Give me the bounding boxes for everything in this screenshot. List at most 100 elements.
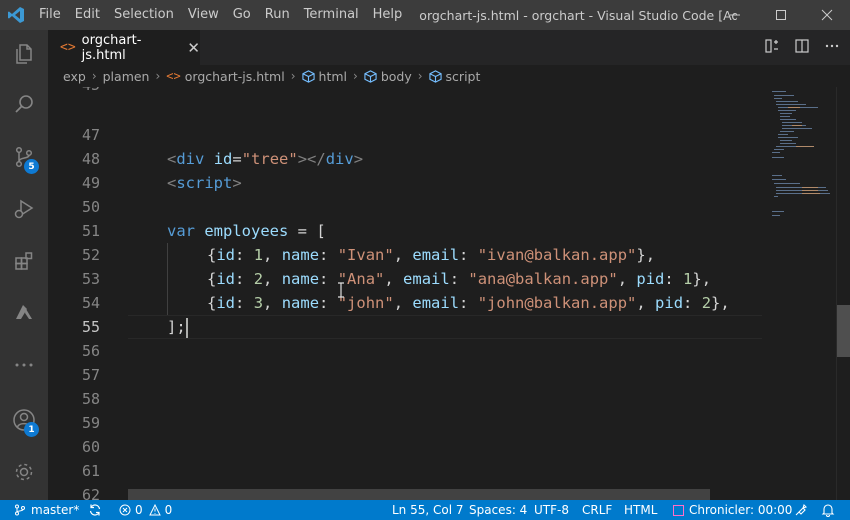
- line-number: 54: [81, 294, 100, 312]
- activity-bar: 5 1: [0, 30, 48, 500]
- chevron-right-icon: ›: [290, 69, 296, 83]
- menu-terminal[interactable]: Terminal: [297, 0, 366, 30]
- breadcrumb-html[interactable]: html: [301, 68, 347, 84]
- git-branch-icon: [15, 504, 25, 516]
- html-file-icon: <>: [166, 69, 181, 83]
- search-icon[interactable]: [0, 80, 48, 128]
- accounts-icon[interactable]: 1: [0, 396, 48, 444]
- minimap[interactable]: [762, 87, 836, 500]
- line-number: 61: [81, 462, 100, 480]
- line-number: 51: [81, 222, 100, 240]
- html-file-icon: <>: [60, 40, 76, 55]
- code-line-51: var employees = [: [167, 222, 326, 240]
- tab-orgchart-js-html[interactable]: <> orgchart-js.html ✕: [48, 30, 200, 65]
- tab-close-icon[interactable]: ✕: [187, 39, 200, 57]
- line-number: 59: [81, 414, 100, 432]
- menu-view[interactable]: View: [181, 0, 226, 30]
- menu-bar: File Edit Selection View Go Run Terminal…: [32, 0, 409, 30]
- vertical-scrollbar[interactable]: [836, 87, 850, 500]
- warning-count: 0: [164, 503, 173, 517]
- menu-edit[interactable]: Edit: [68, 0, 107, 30]
- chevron-right-icon: ›: [353, 69, 358, 83]
- error-icon: [119, 504, 131, 516]
- close-window-icon[interactable]: [804, 0, 850, 30]
- line-number: 58: [81, 390, 100, 408]
- minimize-icon[interactable]: [712, 0, 758, 30]
- explorer-icon[interactable]: [0, 30, 48, 78]
- more-icon[interactable]: [0, 341, 48, 389]
- menu-selection[interactable]: Selection: [107, 0, 181, 30]
- menu-go[interactable]: Go: [226, 0, 258, 30]
- breadcrumb-exp[interactable]: exp: [63, 69, 86, 84]
- code-area[interactable]: <div id="tree"></div> <script> var emplo…: [128, 87, 762, 500]
- indentation-status[interactable]: Spaces: 4: [469, 500, 527, 520]
- code-line-52: {id: 1, name: "Ivan", email: "ivan@balka…: [207, 246, 656, 264]
- indent-guide: [167, 243, 168, 315]
- record-square-icon: [673, 504, 684, 516]
- code-editor[interactable]: 45 47 48 49 50 51 52 53 54 55 56 57 58 5…: [48, 87, 850, 500]
- breadcrumb-file[interactable]: <> orgchart-js.html: [166, 69, 284, 84]
- breadcrumb-script[interactable]: script: [428, 68, 481, 84]
- menu-file[interactable]: File: [32, 0, 68, 30]
- status-bar: master* 0 0 Ln 55, Col 7 Spaces: 4 UTF-8…: [0, 500, 850, 520]
- line-number-gutter: 45 47 48 49 50 51 52 53 54 55 56 57 58 5…: [48, 87, 128, 500]
- tab-bar: <> orgchart-js.html ✕: [48, 30, 850, 65]
- line-number: 60: [81, 438, 100, 456]
- cursor-position[interactable]: Ln 55, Col 7: [392, 500, 464, 520]
- line-number: 53: [81, 270, 100, 288]
- symbol-field-icon: [364, 69, 377, 83]
- line-number: 52: [81, 246, 100, 264]
- vscode-logo-icon: [0, 0, 32, 30]
- chevron-right-icon: ›: [91, 69, 97, 83]
- breadcrumb-plamen[interactable]: plamen: [103, 69, 150, 84]
- current-line-highlight: [128, 315, 762, 339]
- menu-run[interactable]: Run: [258, 0, 297, 30]
- warning-icon: [148, 504, 161, 516]
- code-line-53: {id: 2, name: "Ana", email: "ana@balkan.…: [207, 270, 712, 288]
- active-line-number: 55: [81, 318, 100, 336]
- text-cursor: [185, 317, 188, 338]
- eol-status[interactable]: CRLF: [582, 500, 612, 520]
- settings-gear-icon[interactable]: [0, 448, 48, 496]
- code-line-49: <script>: [167, 174, 242, 192]
- sync-icon[interactable]: [88, 500, 102, 520]
- branch-status[interactable]: master*: [14, 500, 79, 520]
- line-number: 57: [81, 366, 100, 384]
- azure-icon[interactable]: [0, 289, 48, 337]
- chronicler-label: Chronicler: 00:00: [689, 503, 793, 517]
- code-line-48: <div id="tree"></div>: [167, 150, 364, 168]
- symbol-field-icon: [301, 69, 315, 83]
- encoding-status[interactable]: UTF-8: [534, 500, 569, 520]
- symbol-field-icon: [428, 69, 442, 83]
- language-mode[interactable]: HTML: [624, 500, 657, 520]
- horizontal-scrollbar[interactable]: [128, 489, 762, 500]
- horizontal-scroll-thumb[interactable]: [128, 489, 710, 500]
- breadcrumb-script-label: script: [445, 68, 481, 84]
- more-actions-icon[interactable]: [824, 38, 840, 58]
- chronicler-status[interactable]: Chronicler: 00:00: [673, 500, 792, 520]
- maximize-icon[interactable]: [758, 0, 804, 30]
- branch-name: master*: [31, 503, 80, 517]
- line-number: 50: [81, 198, 100, 216]
- chevron-right-icon: ›: [155, 69, 161, 83]
- code-line-54: {id: 3, name: "john", email: "john@balka…: [207, 294, 730, 312]
- breadcrumb-html-label: html: [318, 68, 347, 84]
- breadcrumb-file-label: orgchart-js.html: [184, 68, 285, 84]
- split-editor-icon[interactable]: [794, 38, 810, 58]
- notifications-bell-icon[interactable]: [821, 500, 835, 520]
- run-debug-icon[interactable]: [0, 185, 48, 233]
- vertical-scroll-thumb[interactable]: [837, 305, 850, 357]
- window-controls: [712, 0, 850, 30]
- open-changes-icon[interactable]: [764, 38, 780, 58]
- accounts-badge: 1: [24, 422, 39, 437]
- source-control-icon[interactable]: 5: [0, 133, 48, 181]
- line-number: 56: [81, 342, 100, 360]
- problems-status[interactable]: 0 0: [119, 500, 172, 520]
- mouse-ibeam-cursor-icon: [337, 282, 345, 298]
- line-number: 62: [81, 486, 100, 500]
- extensions-icon[interactable]: [0, 237, 48, 285]
- feedback-icon[interactable]: [794, 500, 808, 520]
- menu-help[interactable]: Help: [366, 0, 410, 30]
- breadcrumb-body[interactable]: body: [364, 69, 412, 84]
- chevron-right-icon: ›: [417, 69, 423, 83]
